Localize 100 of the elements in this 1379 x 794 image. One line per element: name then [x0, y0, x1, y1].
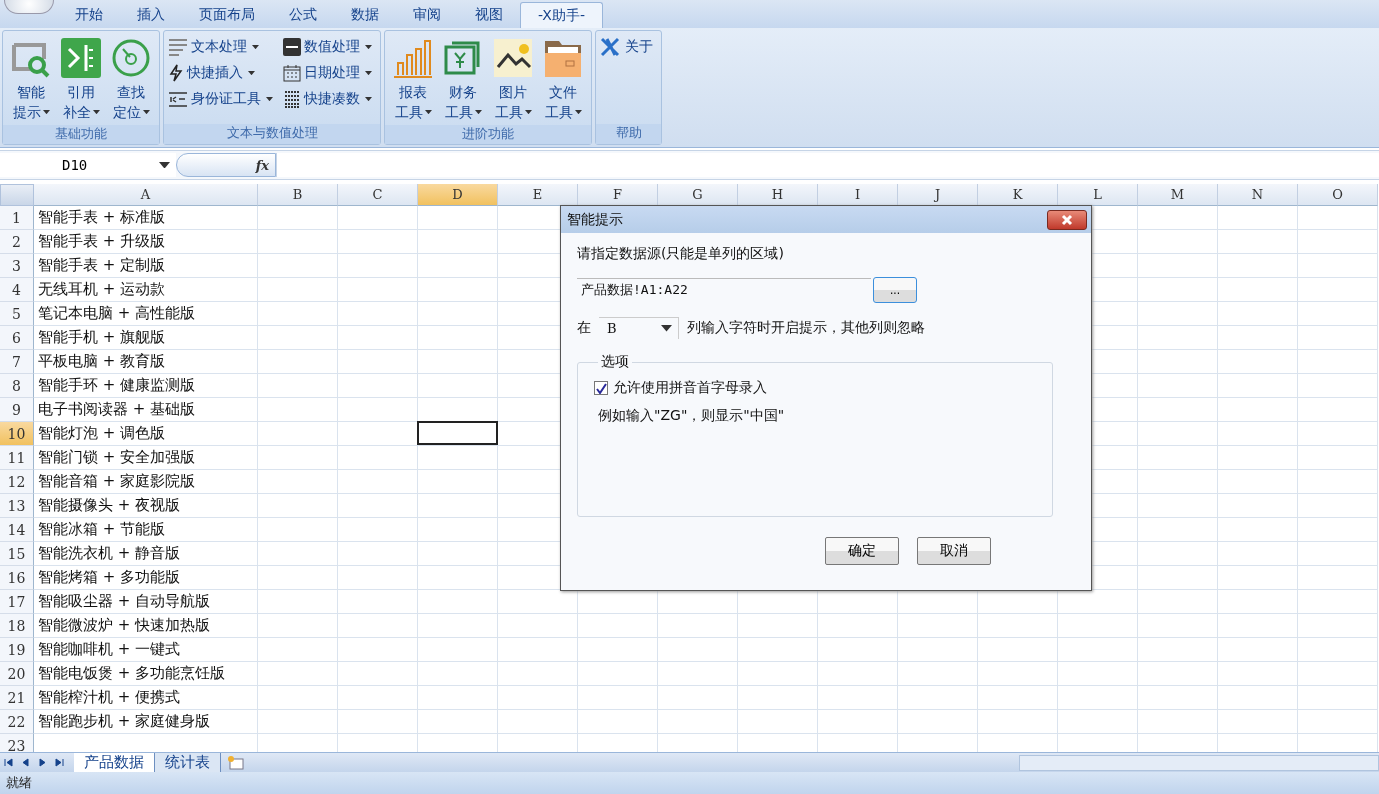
row-header[interactable]: 14	[0, 518, 34, 542]
close-button[interactable]	[1047, 209, 1087, 230]
column-dropdown[interactable]: B	[599, 317, 679, 339]
ribbon-button[interactable]: 关于	[600, 34, 657, 60]
formula-field[interactable]	[276, 153, 1379, 177]
table-cell-text: 智能榨汁机 + 便携式	[37, 687, 182, 708]
column-header[interactable]: O	[1298, 184, 1378, 206]
row-header[interactable]: 12	[0, 470, 34, 494]
ribbon-button[interactable]: 文本处理	[168, 34, 277, 60]
table-cell-text: 笔记本电脑 + 高性能版	[37, 303, 197, 324]
row-header[interactable]: 17	[0, 590, 34, 614]
column-header[interactable]: F	[578, 184, 658, 206]
ribbon-tab[interactable]: 数据	[334, 2, 396, 28]
options-legend: 选项	[598, 353, 632, 371]
table-cell-text: 智能跑步机 + 家庭健身版	[37, 711, 212, 732]
column-header[interactable]: K	[978, 184, 1058, 206]
table-cell-text: 智能手环 + 健康监测版	[37, 375, 197, 396]
column-header[interactable]: L	[1058, 184, 1138, 206]
office-button[interactable]	[4, 0, 54, 14]
column-header[interactable]: G	[658, 184, 738, 206]
ok-button[interactable]: 确定	[825, 537, 899, 565]
table-cell-text: 智能手表 + 定制版	[37, 255, 167, 276]
example-text: 例如输入"ZG"，则显示"中国"	[598, 407, 785, 423]
next-sheet-icon[interactable]	[55, 758, 64, 767]
browse-button[interactable]: ...	[873, 277, 917, 303]
row-header[interactable]: 5	[0, 302, 34, 326]
ribbon-button[interactable]: 日期处理	[283, 60, 376, 86]
ribbon-tab[interactable]: 开始	[58, 2, 120, 28]
sheet-tab[interactable]: 产品数据	[74, 752, 155, 773]
row-header[interactable]: 8	[0, 374, 34, 398]
column-header[interactable]: H	[738, 184, 818, 206]
checkbox[interactable]	[594, 381, 608, 395]
column-prefix-text: 在	[577, 319, 591, 337]
horizontal-scrollbar[interactable]	[1019, 754, 1379, 771]
column-header[interactable]: C	[338, 184, 418, 206]
cancel-button[interactable]: 取消	[917, 537, 991, 565]
range-field[interactable]: 产品数据!A1:A22	[577, 278, 871, 302]
cell-cursor[interactable]	[417, 421, 498, 445]
ribbon-tab[interactable]: 页面布局	[182, 2, 272, 28]
table-cell-text: 智能手表 + 升级版	[37, 231, 167, 252]
ribbon-button[interactable]: 快捷插入	[168, 60, 277, 86]
ribbon-button[interactable]: 引用 补全	[57, 34, 105, 122]
ribbon-tab[interactable]: 视图	[458, 2, 520, 28]
row-header[interactable]: 19	[0, 638, 34, 662]
ribbon-button[interactable]: 智能 提示	[7, 34, 55, 122]
sheet-tab[interactable]: 统计表	[155, 752, 221, 773]
table-cell-text: 智能门锁 + 安全加强版	[37, 447, 197, 468]
row-header[interactable]: 10	[0, 422, 34, 446]
ribbon-button[interactable]: 快捷凑数	[283, 86, 376, 112]
ribbon-button[interactable]: 数值处理	[283, 34, 376, 60]
row-header[interactable]: 7	[0, 350, 34, 374]
ribbon-button[interactable]: 身份证工具	[168, 86, 277, 112]
number-icon	[283, 38, 301, 56]
row-header[interactable]: 22	[0, 710, 34, 734]
dial-icon	[110, 37, 152, 79]
bar-chart-icon	[392, 37, 434, 79]
row-header[interactable]: 3	[0, 254, 34, 278]
ribbon-button[interactable]: 文件 工具	[539, 34, 587, 122]
ribbon-button[interactable]: 图片 工具	[489, 34, 537, 122]
row-header[interactable]: 1	[0, 206, 34, 230]
row-header[interactable]: 21	[0, 686, 34, 710]
previous-sheet-icon[interactable]	[4, 758, 13, 767]
ribbon-tab[interactable]: 审阅	[396, 2, 458, 28]
formula-button[interactable]: fx	[176, 153, 276, 177]
table-cell-text: 智能手表 + 标准版	[37, 207, 167, 228]
table-cell-text: 智能摄像头 + 夜视版	[37, 495, 182, 516]
column-header[interactable]: E	[498, 184, 578, 206]
row-header[interactable]: 9	[0, 398, 34, 422]
row-header[interactable]: 15	[0, 542, 34, 566]
column-header[interactable]: A	[34, 184, 258, 206]
row-header[interactable]: 23	[0, 734, 34, 752]
row-header[interactable]: 11	[0, 446, 34, 470]
column-header[interactable]: B	[258, 184, 338, 206]
column-header[interactable]: D	[418, 184, 498, 206]
row-header[interactable]: 2	[0, 230, 34, 254]
text-lines-icon	[168, 38, 188, 56]
dialog-title: 智能提示	[567, 210, 623, 229]
row-header[interactable]: 18	[0, 614, 34, 638]
row-header[interactable]: 4	[0, 278, 34, 302]
row-header[interactable]: 6	[0, 326, 34, 350]
column-header[interactable]: M	[1138, 184, 1218, 206]
next-sheet-icon[interactable]	[38, 758, 47, 767]
ribbon-button[interactable]: 查找 定位	[107, 34, 155, 122]
row-header[interactable]: 16	[0, 566, 34, 590]
column-header[interactable]: J	[898, 184, 978, 206]
row-header[interactable]: 13	[0, 494, 34, 518]
row-header[interactable]: 20	[0, 662, 34, 686]
ribbon-tab[interactable]: -X助手-	[520, 2, 603, 28]
ribbon-tab[interactable]: 插入	[120, 2, 182, 28]
column-header[interactable]: I	[818, 184, 898, 206]
group-label: 基础功能	[3, 125, 159, 144]
column-hint-text: 列输入字符时开启提示，其他列则忽略	[687, 319, 925, 337]
previous-sheet-icon[interactable]	[21, 758, 30, 767]
name-box[interactable]: D10	[0, 153, 176, 177]
ribbon-tab[interactable]: 公式	[272, 2, 334, 28]
ribbon-button[interactable]: 报表 工具	[389, 34, 437, 122]
table-cell-text: 智能手机 + 旗舰版	[37, 327, 167, 348]
column-header[interactable]: N	[1218, 184, 1298, 206]
table-cell-text: 智能微波炉 + 快速加热版	[37, 615, 212, 636]
ribbon-button[interactable]: 财务 工具	[439, 34, 487, 122]
